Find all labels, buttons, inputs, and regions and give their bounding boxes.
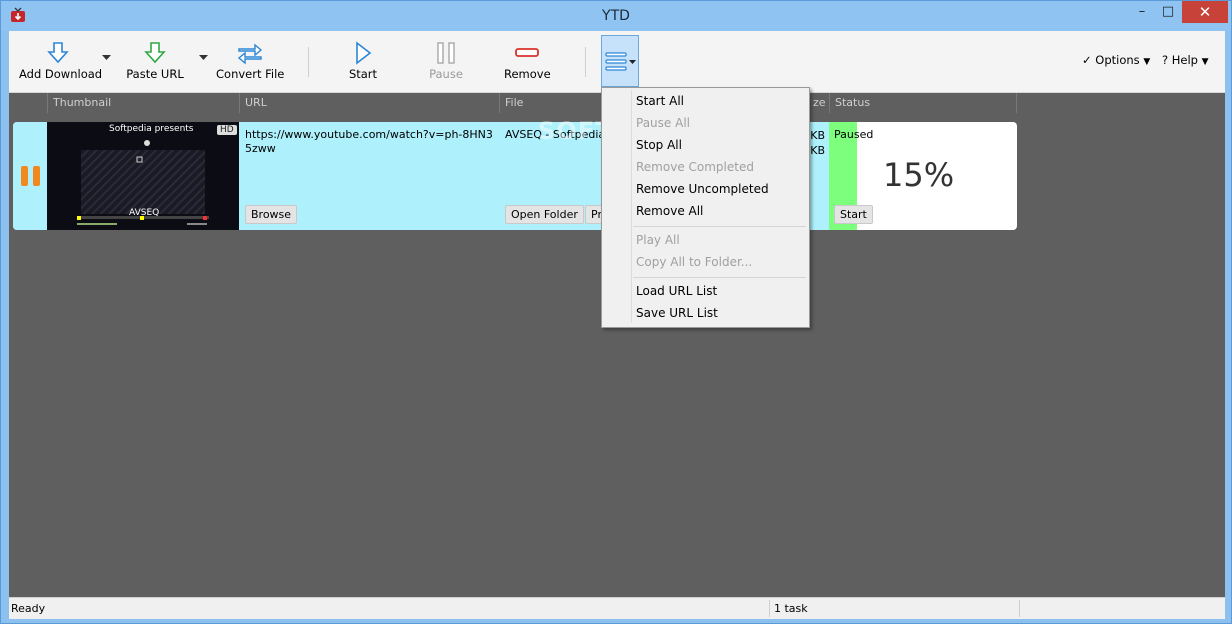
menu-separator	[633, 277, 806, 278]
open-folder-button[interactable]: Open Folder	[505, 205, 584, 224]
menu-item-remove-all[interactable]: Remove All	[636, 201, 703, 221]
window-title: YTD	[602, 8, 630, 24]
status-separator	[769, 600, 770, 617]
paste-url-dropdown-icon[interactable]	[199, 55, 208, 61]
paste-arrow-icon	[144, 42, 166, 64]
size-text: KB KB	[809, 128, 825, 158]
progress-percent: 15%	[883, 156, 955, 194]
task-count: 1 task	[774, 602, 808, 615]
browse-button[interactable]: Browse	[245, 205, 298, 224]
video-thumbnail[interactable]: Softpedia presents HD AVSEQ	[47, 122, 239, 230]
thumbnail-video-name: AVSEQ	[129, 208, 160, 218]
menu-item-remove-completed[interactable]: Remove Completed	[636, 157, 754, 177]
paste-url-button[interactable]: Paste URL	[124, 39, 186, 85]
remove-icon	[515, 48, 539, 57]
convert-arrows-icon	[237, 43, 263, 65]
download-arrow-icon	[47, 42, 69, 64]
start-label: Start	[348, 67, 378, 81]
list-actions-menu: Start All Pause All Stop All Remove Comp…	[601, 87, 810, 328]
help-label: Help	[1171, 53, 1198, 67]
status-bar: Ready 1 task	[9, 597, 1225, 619]
row-start-button[interactable]: Start	[834, 205, 873, 224]
menu-item-pause-all[interactable]: Pause All	[636, 113, 690, 133]
add-download-label: Add Download	[19, 67, 103, 81]
menu-separator	[633, 226, 806, 227]
pause-button[interactable]: Pause	[426, 39, 466, 85]
remove-label: Remove	[504, 67, 551, 81]
options-label: Options	[1095, 53, 1140, 67]
maximize-button[interactable]: □	[1155, 1, 1181, 23]
help-menu[interactable]: ? Help ▼	[1162, 53, 1209, 67]
hamburger-menu-icon	[605, 52, 636, 71]
question-icon: ?	[1162, 53, 1169, 67]
chevron-down-icon: ▼	[1143, 57, 1151, 67]
minimize-button[interactable]: –	[1129, 1, 1155, 23]
list-menu-button[interactable]	[601, 35, 639, 87]
start-button[interactable]: Start	[343, 39, 383, 85]
play-icon	[356, 41, 372, 65]
add-download-button[interactable]: Add Download	[19, 39, 103, 85]
convert-file-button[interactable]: Convert File	[216, 39, 284, 85]
paused-state-icon[interactable]	[21, 166, 41, 186]
menu-gutter	[631, 90, 632, 323]
toolbar-separator	[308, 47, 309, 77]
convert-file-label: Convert File	[216, 67, 285, 81]
options-menu[interactable]: ✓ Options ▼	[1082, 53, 1150, 67]
close-button[interactable]: ✕	[1182, 1, 1228, 23]
menu-item-start-all[interactable]: Start All	[636, 91, 684, 111]
url-text: https://www.youtube.com/watch?v=ph-8HN35…	[245, 128, 493, 155]
size-line-1: KB	[810, 129, 825, 142]
pause-label: Pause	[429, 67, 463, 81]
remove-button[interactable]: Remove	[504, 39, 551, 85]
column-url[interactable]: URL	[239, 93, 499, 113]
paste-url-label: Paste URL	[126, 67, 184, 81]
hd-badge: HD	[217, 125, 237, 135]
status-ready: Ready	[11, 602, 46, 615]
menu-item-copy-all-to-folder[interactable]: Copy All to Folder...	[636, 252, 752, 272]
app-window: YTD – □ ✕ Add Download Paste URL Convert…	[0, 0, 1232, 624]
toolbar-separator	[585, 47, 586, 77]
menu-item-save-url-list[interactable]: Save URL List	[636, 303, 718, 323]
chevron-down-icon: ▼	[1201, 57, 1209, 67]
checkmark-icon: ✓	[1082, 53, 1092, 67]
status-separator	[1019, 600, 1020, 617]
thumbnail-title: Softpedia presents	[109, 124, 194, 134]
column-status[interactable]: Status	[829, 93, 1017, 113]
title-bar[interactable]: YTD – □ ✕	[1, 1, 1231, 31]
column-thumbnail[interactable]: Thumbnail	[47, 93, 239, 113]
size-line-2: KB	[810, 144, 825, 157]
status-text: Paused	[834, 128, 874, 141]
menu-item-play-all[interactable]: Play All	[636, 230, 680, 250]
download-row[interactable]: Softpedia presents HD AVSEQ https://www.…	[13, 122, 1017, 230]
menu-item-remove-uncompleted[interactable]: Remove Uncompleted	[636, 179, 769, 199]
menu-item-stop-all[interactable]: Stop All	[636, 135, 682, 155]
toolbar: Add Download Paste URL Convert File Star…	[9, 31, 1225, 93]
pause-icon	[437, 42, 455, 64]
column-size[interactable]: ze	[807, 93, 829, 113]
menu-item-load-url-list[interactable]: Load URL List	[636, 281, 717, 301]
add-download-dropdown-icon[interactable]	[102, 55, 111, 61]
